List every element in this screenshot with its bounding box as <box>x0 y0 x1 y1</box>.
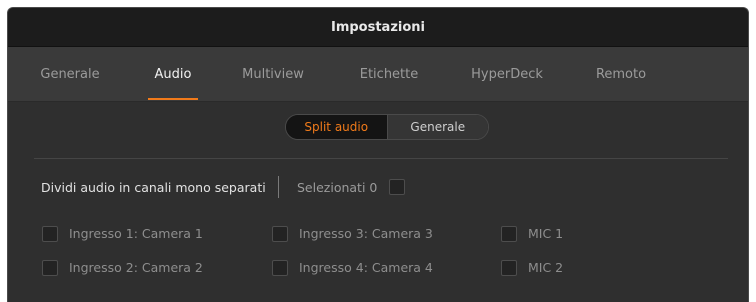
mic-1-label: MIC 1 <box>528 226 564 241</box>
input-4-label: Ingresso 4: Camera 4 <box>299 260 433 275</box>
tab-bar: Generale Audio Multiview Etichette Hyper… <box>8 47 748 102</box>
mic-2-checkbox[interactable] <box>501 260 517 276</box>
audio-mode-segmented-control: Split audio Generale <box>285 114 489 140</box>
input-3-checkbox[interactable] <box>272 226 288 242</box>
tab-hyperdeck[interactable]: HyperDeck <box>464 47 550 101</box>
tab-multiview[interactable]: Multiview <box>238 47 308 101</box>
settings-window: Impostazioni Generale Audio Multiview Et… <box>7 7 749 302</box>
input-2-checkbox[interactable] <box>42 260 58 276</box>
input-2-label: Ingresso 2: Camera 2 <box>69 260 203 275</box>
split-audio-segment[interactable]: Split audio <box>286 115 388 139</box>
input-1-label: Ingresso 1: Camera 1 <box>69 226 203 241</box>
section-divider <box>34 158 728 159</box>
vertical-separator <box>278 176 279 198</box>
mic-1-checkbox[interactable] <box>501 226 517 242</box>
select-all-checkbox[interactable] <box>389 179 405 195</box>
tab-etichette[interactable]: Etichette <box>354 47 424 101</box>
tab-remoto[interactable]: Remoto <box>590 47 652 101</box>
input-4-checkbox[interactable] <box>272 260 288 276</box>
generale-segment[interactable]: Generale <box>387 115 488 139</box>
input-1-checkbox[interactable] <box>42 226 58 242</box>
tab-generale[interactable]: Generale <box>35 47 105 101</box>
split-audio-label: Dividi audio in canali mono separati <box>41 180 266 195</box>
tab-audio[interactable]: Audio <box>148 47 198 101</box>
window-title: Impostazioni <box>8 8 748 47</box>
mic-2-label: MIC 2 <box>528 260 564 275</box>
selected-count-label: Selezionati 0 <box>297 180 378 195</box>
input-3-label: Ingresso 3: Camera 3 <box>299 226 433 241</box>
